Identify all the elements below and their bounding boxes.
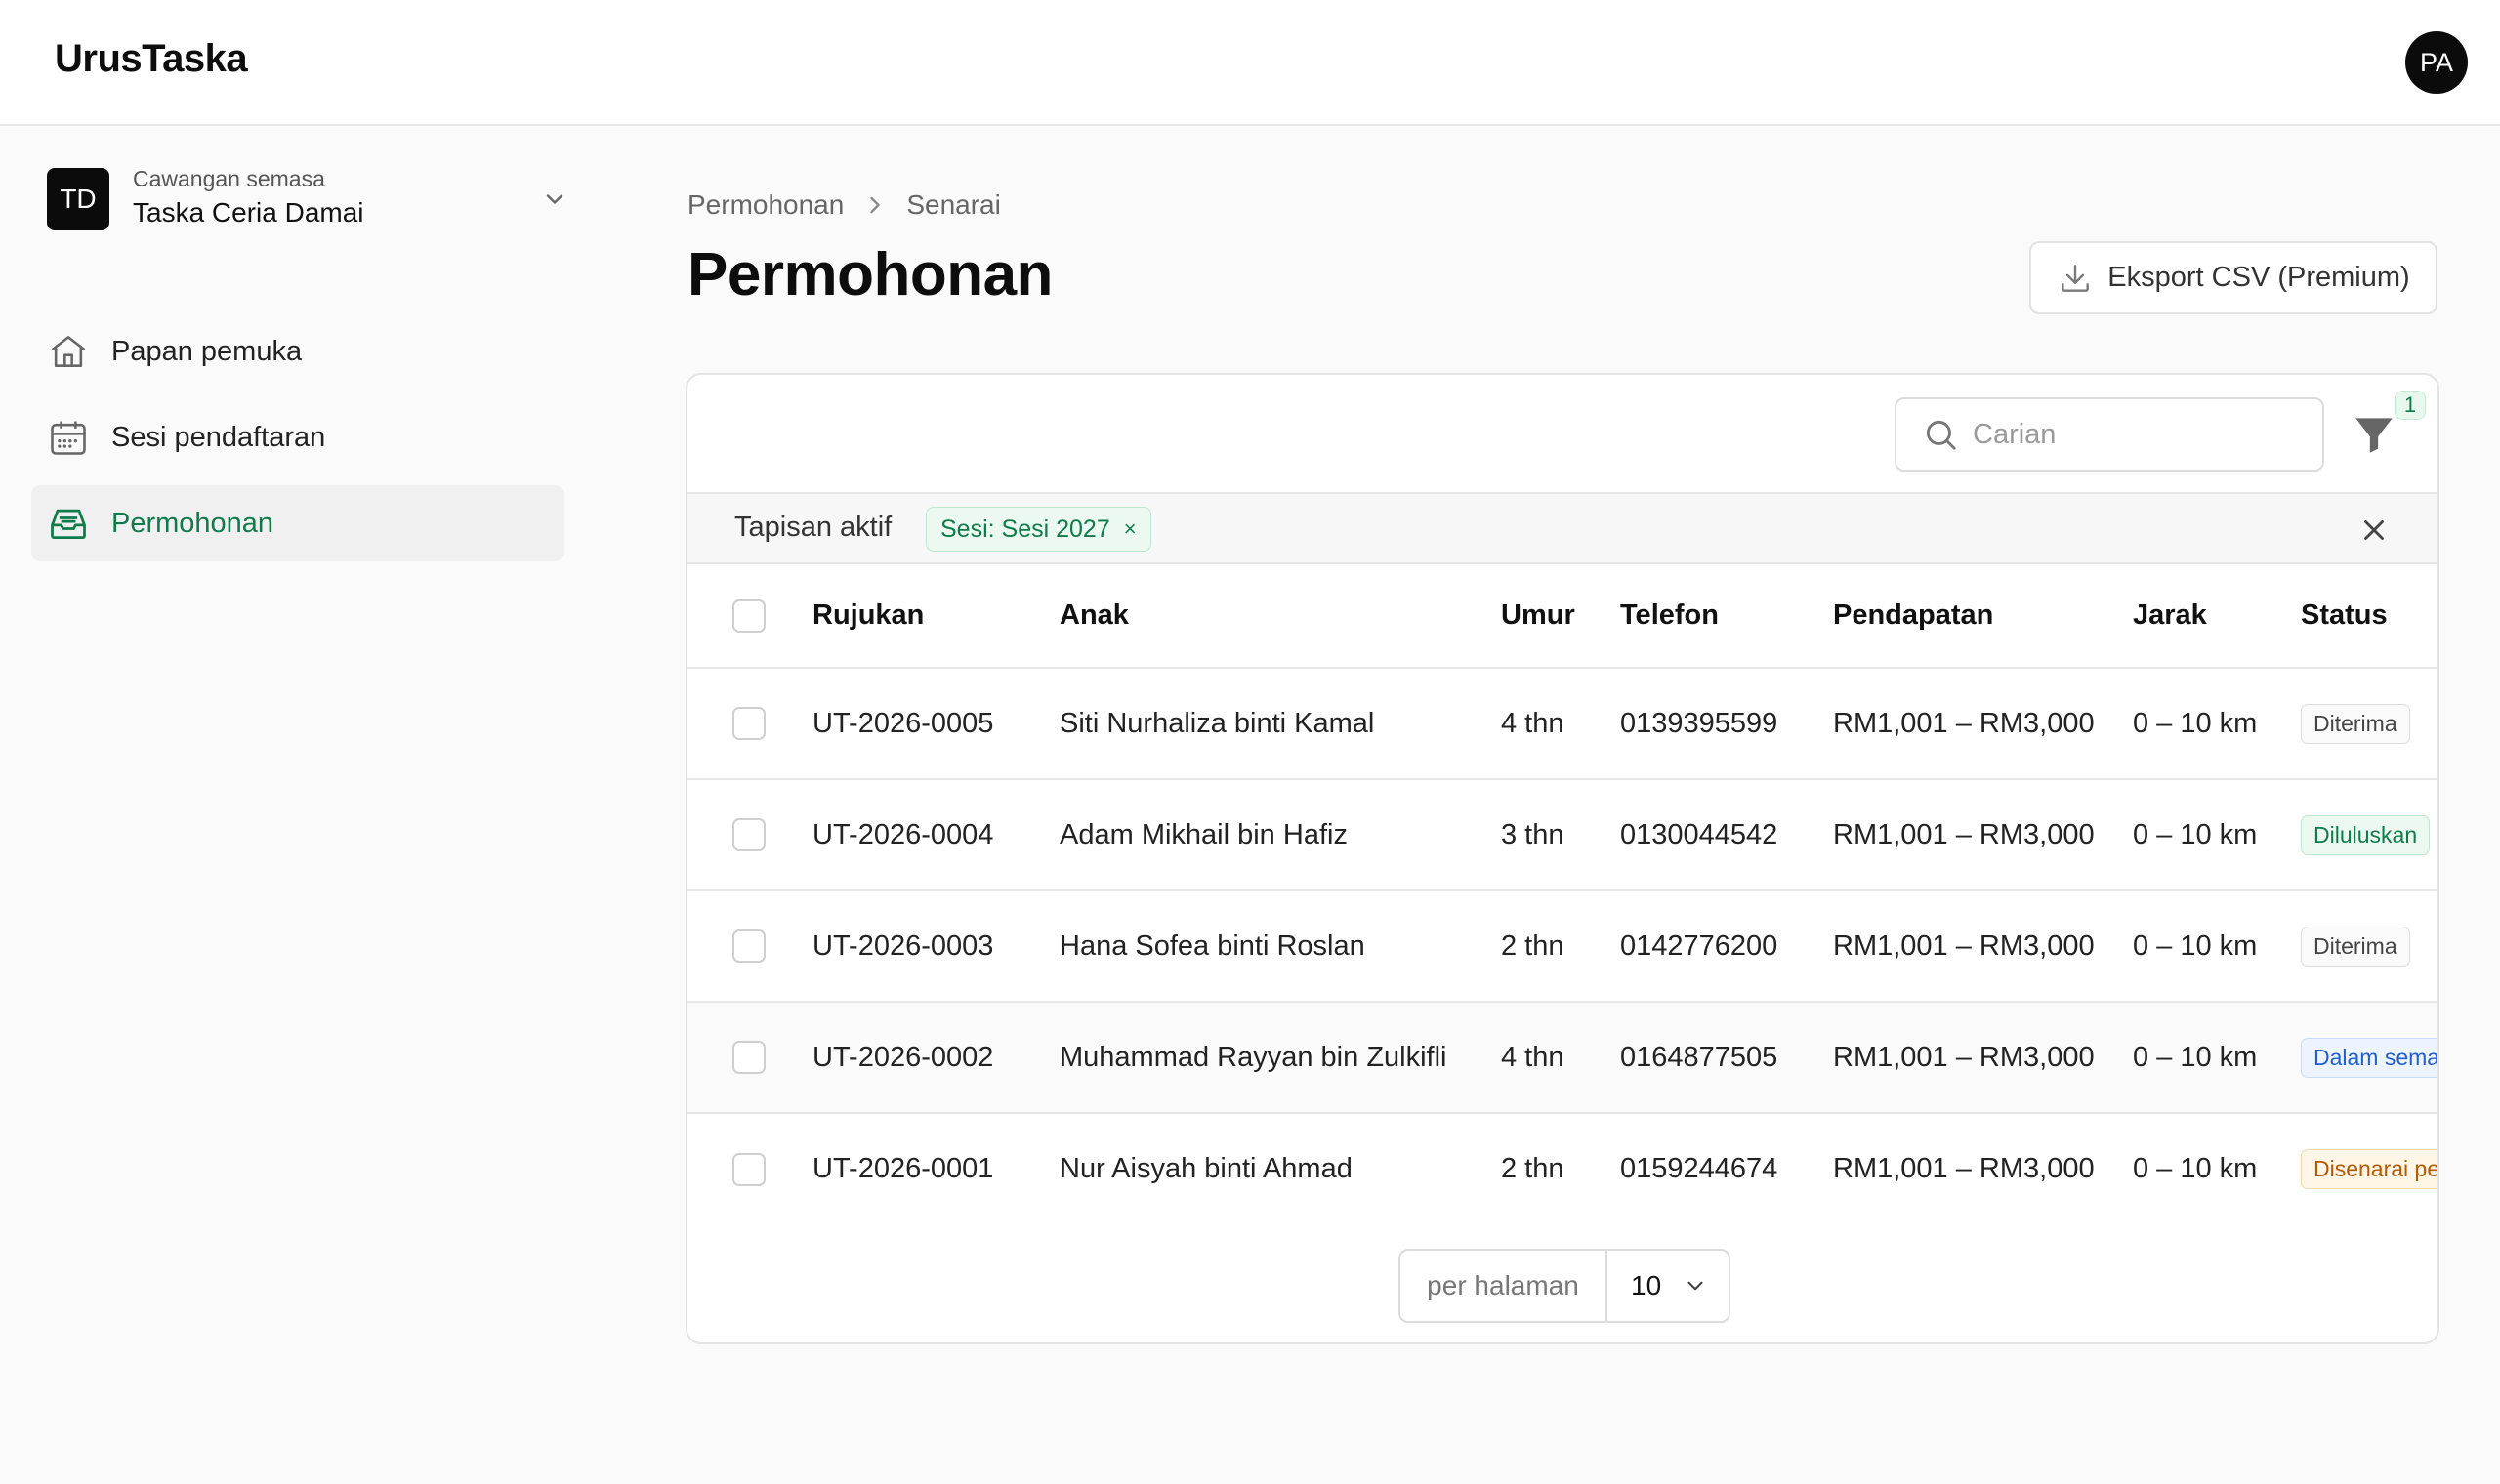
cell-income: RM1,001 – RM3,000 [1833, 818, 2095, 850]
download-icon [2062, 264, 2090, 292]
breadcrumb: Permohonan Senarai [688, 189, 1001, 221]
row-checkbox[interactable] [732, 1152, 766, 1186]
cell-child: Siti Nurhaliza binti Kamal [1060, 707, 1375, 739]
cell-distance: 0 – 10 km [2133, 818, 2258, 850]
per-page-select[interactable]: per halaman 10 [1398, 1249, 1730, 1323]
app-logo[interactable]: UrusTaska [55, 37, 248, 81]
search-box [1895, 397, 2324, 472]
branch-avatar: TD [47, 168, 109, 230]
cell-child: Muhammad Rayyan bin Zulkifli [1060, 1041, 1447, 1073]
column-header[interactable]: Pendapatan [1833, 564, 2133, 668]
inbox-icon [51, 509, 86, 540]
active-filters-label: Tapisan aktif [734, 512, 893, 543]
cell-age: 4 thn [1501, 707, 1564, 739]
row-checkbox[interactable] [732, 929, 766, 964]
filter-count-badge: 1 [2395, 391, 2426, 420]
column-header[interactable]: Status [2301, 564, 2438, 668]
cell-phone: 0139395599 [1620, 707, 1778, 739]
table-row[interactable]: UT-2026-0004 Adam Mikhail bin Hafiz 3 th… [688, 779, 2438, 890]
active-filters-bar: Tapisan aktif Sesi: Sesi 2027 × [688, 492, 2438, 564]
cell-child: Adam Mikhail bin Hafiz [1060, 818, 1348, 850]
cell-phone: 0159244674 [1620, 1153, 1778, 1184]
close-icon[interactable] [2357, 514, 2391, 547]
per-page-value: 10 [1631, 1270, 1662, 1300]
status-badge: Disenarai pe [2301, 1149, 2438, 1189]
filter-icon[interactable] [2350, 410, 2398, 459]
sidebar-item-sessions[interactable]: Sesi pendaftaran [31, 399, 564, 475]
filter-chip-remove[interactable]: × [1124, 516, 1137, 542]
cell-ref: UT-2026-0005 [812, 707, 994, 739]
table-header-row: Rujukan Anak Umur Telefon Pendapatan Jar… [688, 564, 2438, 668]
cell-age: 2 thn [1501, 929, 1564, 962]
search-input[interactable] [1973, 418, 2285, 451]
column-header[interactable]: Telefon [1620, 564, 1833, 668]
cell-phone: 0142776200 [1620, 929, 1778, 962]
home-icon [51, 336, 86, 367]
cell-ref: UT-2026-0004 [812, 818, 994, 850]
cell-distance: 0 – 10 km [2133, 707, 2258, 739]
row-checkbox[interactable] [732, 707, 766, 741]
per-page-label: per halaman [1400, 1251, 1607, 1321]
applications-card: 1 Tapisan aktif Sesi: Sesi 2027 × Rujuka… [686, 373, 2439, 1344]
cell-income: RM1,001 – RM3,000 [1833, 1153, 2095, 1184]
applications-table: Rujukan Anak Umur Telefon Pendapatan Jar… [688, 564, 2438, 1224]
cell-income: RM1,001 – RM3,000 [1833, 1041, 2095, 1073]
page-title: Permohonan [688, 241, 1053, 309]
cell-income: RM1,001 – RM3,000 [1833, 929, 2095, 962]
status-badge: Diterima [2301, 926, 2410, 967]
sidebar-item-label: Sesi pendaftaran [111, 421, 326, 453]
filter-chip-label: Sesi: Sesi 2027 [940, 515, 1110, 543]
cell-age: 3 thn [1501, 818, 1564, 850]
row-checkbox[interactable] [732, 818, 766, 852]
select-all-checkbox[interactable] [732, 598, 766, 633]
sidebar-item-applications[interactable]: Permohonan [31, 485, 564, 561]
filter-chip: Sesi: Sesi 2027 × [926, 507, 1151, 552]
table-row[interactable]: UT-2026-0003 Hana Sofea binti Roslan 2 t… [688, 890, 2438, 1002]
chevron-down-icon [546, 194, 563, 204]
sidebar-item-label: Permohonan [111, 507, 274, 539]
calendar-icon [51, 421, 86, 455]
cell-child: Hana Sofea binti Roslan [1060, 929, 1365, 962]
column-header[interactable]: Jarak [2133, 564, 2301, 668]
search-icon [1926, 420, 1956, 450]
cell-ref: UT-2026-0003 [812, 929, 994, 962]
cell-ref: UT-2026-0002 [812, 1041, 994, 1073]
export-csv-label: Eksport CSV (Premium) [2107, 262, 2410, 293]
cell-distance: 0 – 10 km [2133, 1041, 2258, 1073]
branch-name: Taska Ceria Damai [133, 197, 364, 227]
cell-phone: 0164877505 [1620, 1041, 1778, 1073]
branch-caption: Cawangan semasa [133, 166, 325, 191]
status-badge: Diluluskan [2301, 814, 2431, 855]
cell-income: RM1,001 – RM3,000 [1833, 707, 2095, 739]
top-bar: UrusTaska PA [0, 0, 2500, 126]
column-header[interactable]: Anak [1060, 564, 1501, 668]
cell-child: Nur Aisyah binti Ahmad [1060, 1153, 1353, 1184]
cell-distance: 0 – 10 km [2133, 1153, 2258, 1184]
branch-switcher[interactable]: TD Cawangan semasa Taska Ceria Damai [31, 156, 578, 244]
status-badge: Diterima [2301, 703, 2410, 744]
status-badge: Dalam sema [2301, 1037, 2438, 1078]
cell-phone: 0130044542 [1620, 818, 1778, 850]
cell-distance: 0 – 10 km [2133, 929, 2258, 962]
breadcrumb-current: Senarai [906, 189, 1001, 220]
cell-age: 4 thn [1501, 1041, 1564, 1073]
chevron-down-icon [1688, 1281, 1703, 1291]
cell-age: 2 thn [1501, 1153, 1564, 1184]
table-row[interactable]: UT-2026-0001 Nur Aisyah binti Ahmad 2 th… [688, 1113, 2438, 1224]
column-header[interactable]: Rujukan [812, 564, 1060, 668]
sidebar-item-label: Papan pemuka [111, 335, 303, 367]
sidebar-item-dashboard[interactable]: Papan pemuka [31, 313, 564, 390]
row-checkbox[interactable] [732, 1041, 766, 1075]
chevron-right-icon [870, 196, 881, 214]
table-row[interactable]: UT-2026-0002 Muhammad Rayyan bin Zulkifl… [688, 1002, 2438, 1113]
cell-ref: UT-2026-0001 [812, 1153, 994, 1184]
export-csv-button[interactable]: Eksport CSV (Premium) [2029, 241, 2438, 314]
table-row[interactable]: UT-2026-0005 Siti Nurhaliza binti Kamal … [688, 668, 2438, 779]
column-header[interactable]: Umur [1501, 564, 1620, 668]
user-avatar[interactable]: PA [2405, 31, 2468, 94]
breadcrumb-parent[interactable]: Permohonan [688, 189, 844, 221]
